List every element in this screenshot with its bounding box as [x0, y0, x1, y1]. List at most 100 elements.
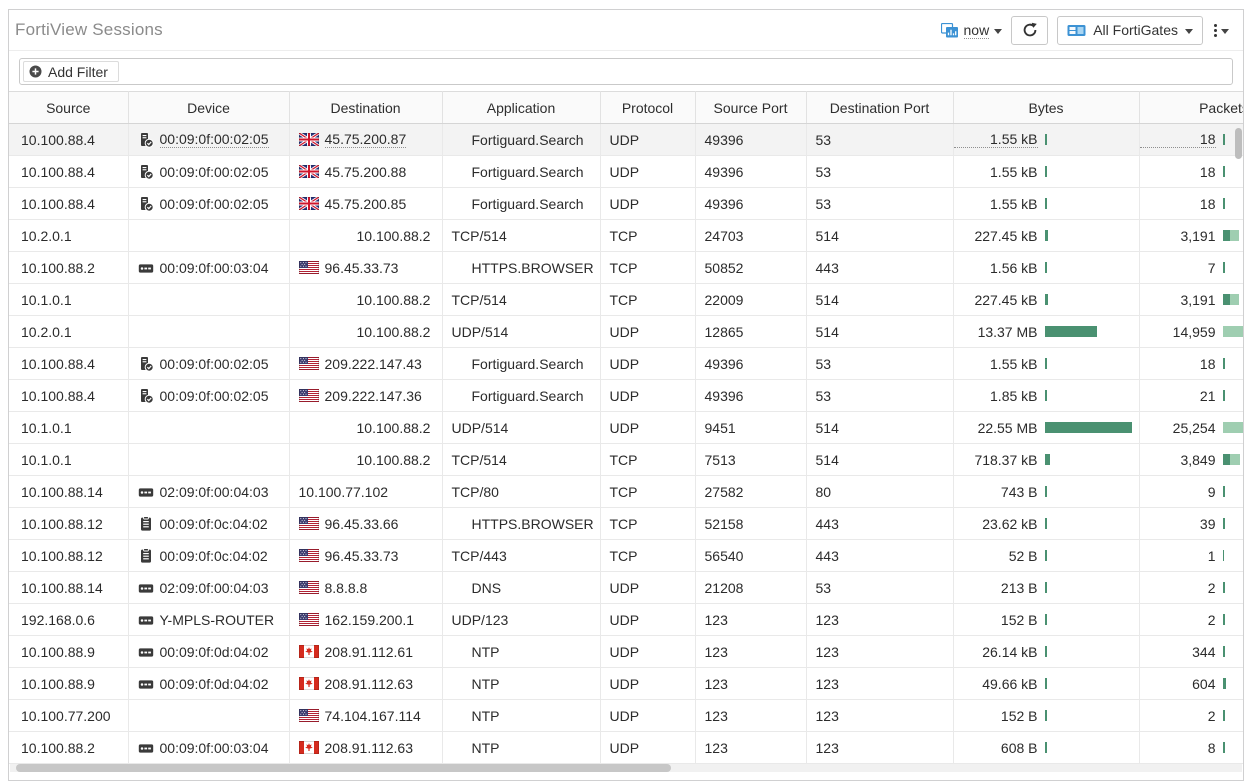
bytes-cell: 743 B: [953, 476, 1139, 508]
table-row[interactable]: 10.100.88.1200:09:0f:0c:04:0296.45.33.73…: [9, 540, 1243, 572]
application-name: Fortiguard.Search: [452, 388, 584, 404]
source-cell: 10.100.88.12: [9, 540, 128, 572]
bytes-bar: [1045, 198, 1047, 209]
flag-uk-icon: [299, 165, 319, 178]
refresh-icon: [1022, 22, 1038, 38]
source-port-cell: 56540: [695, 540, 806, 572]
packets-cell: 3,191: [1139, 220, 1243, 252]
column-header-bytes[interactable]: Bytes: [953, 92, 1139, 124]
packets-cell: 3,191: [1139, 284, 1243, 316]
flag-us-icon: [299, 261, 319, 274]
column-header-device[interactable]: Device: [128, 92, 289, 124]
column-header-application[interactable]: Application: [442, 92, 600, 124]
destination-ip: 162.159.200.1: [325, 612, 415, 628]
packets-value: 344: [1140, 644, 1216, 660]
source-cell: 192.168.0.6: [9, 604, 128, 636]
source-port-cell: 24703: [695, 220, 806, 252]
column-header-protocol[interactable]: Protocol: [600, 92, 695, 124]
device-cell: [128, 284, 289, 316]
table-row[interactable]: 10.100.88.900:09:0f:0d:04:02208.91.112.6…: [9, 668, 1243, 700]
device-id: 00:09:0f:0c:04:02: [160, 516, 268, 532]
time-range-value[interactable]: now: [964, 22, 990, 39]
more-options-menu[interactable]: [1212, 24, 1231, 37]
protocol-cell: UDP: [600, 572, 695, 604]
bytes-bar: [1045, 486, 1047, 497]
time-range-dropdown[interactable]: now: [941, 22, 1003, 39]
destination-cell: 209.222.147.36: [289, 380, 442, 412]
table-row[interactable]: 10.100.88.1402:09:0f:00:04:0310.100.77.1…: [9, 476, 1243, 508]
refresh-button[interactable]: [1011, 16, 1048, 45]
protocol-cell: UDP: [600, 412, 695, 444]
packets-bar: [1223, 454, 1240, 465]
bytes-cell: 213 B: [953, 572, 1139, 604]
destination-ip: 10.100.88.2: [357, 420, 431, 436]
table-row[interactable]: 10.100.88.400:09:0f:00:02:0545.75.200.87…: [9, 124, 1243, 156]
packets-cell: 25,254: [1139, 412, 1243, 444]
toolbar: now All FortiGates: [941, 16, 1232, 45]
flag-us-icon: [299, 709, 319, 722]
device-id: 00:09:0f:00:02:05: [160, 388, 269, 404]
device-router-icon: [138, 484, 154, 500]
protocol-cell: UDP: [600, 188, 695, 220]
table-row[interactable]: 10.100.88.400:09:0f:00:02:0545.75.200.88…: [9, 156, 1243, 188]
device-cell: 02:09:0f:00:04:03: [128, 476, 289, 508]
application-cell: TCP/514: [442, 220, 600, 252]
fortigate-scope-dropdown[interactable]: All FortiGates: [1057, 16, 1203, 45]
source-cell: 10.100.88.4: [9, 124, 128, 156]
source-ip: 10.100.88.4: [21, 356, 95, 372]
destination-ip: 208.91.112.63: [325, 676, 414, 692]
table-row[interactable]: 10.100.88.900:09:0f:0d:04:02208.91.112.6…: [9, 636, 1243, 668]
bytes-bar: [1045, 582, 1047, 593]
destination-ip: 10.100.77.102: [299, 484, 389, 500]
add-filter-button[interactable]: Add Filter: [23, 61, 119, 82]
bytes-cell: 152 B: [953, 604, 1139, 636]
protocol-value: UDP: [610, 164, 640, 180]
packets-cell: 8: [1139, 732, 1243, 764]
horizontal-scrollbar-thumb[interactable]: [16, 764, 671, 772]
bytes-cell: 1.55 kB: [953, 188, 1139, 220]
bytes-value: 152 B: [954, 612, 1038, 628]
destination-port-cell: 514: [806, 444, 953, 476]
protocol-cell: UDP: [600, 348, 695, 380]
table-row[interactable]: 10.100.77.20074.104.167.114NTPUDP1231231…: [9, 700, 1243, 732]
protocol-value: TCP: [610, 228, 638, 244]
table-row[interactable]: 10.100.88.400:09:0f:00:02:05209.222.147.…: [9, 348, 1243, 380]
destination-port-cell: 53: [806, 124, 953, 156]
table-row[interactable]: 192.168.0.6Y-MPLS-ROUTER162.159.200.1UDP…: [9, 604, 1243, 636]
table-row[interactable]: 10.100.88.200:09:0f:00:03:0496.45.33.73H…: [9, 252, 1243, 284]
destination-port-cell: 123: [806, 700, 953, 732]
device-cell: [128, 316, 289, 348]
table-row[interactable]: 10.100.88.1402:09:0f:00:04:038.8.8.8DNSU…: [9, 572, 1243, 604]
table-row[interactable]: 10.1.0.110.100.88.2TCP/514TCP22009514227…: [9, 284, 1243, 316]
table-row[interactable]: 10.2.0.110.100.88.2TCP/514TCP24703514227…: [9, 220, 1243, 252]
device-router-icon: [138, 676, 154, 692]
device-cell: [128, 700, 289, 732]
protocol-value: TCP: [610, 516, 638, 532]
table-row[interactable]: 10.1.0.110.100.88.2UDP/514UDP945151422.5…: [9, 412, 1243, 444]
column-header-source[interactable]: Source: [9, 92, 128, 124]
table-row[interactable]: 10.100.88.200:09:0f:00:03:04208.91.112.6…: [9, 732, 1243, 764]
flag-us-icon: [299, 581, 319, 594]
column-header-destination[interactable]: Destination: [289, 92, 442, 124]
application-cell: NTP: [442, 636, 600, 668]
source-port-value: 123: [705, 740, 728, 756]
table-row[interactable]: 10.100.88.400:09:0f:00:02:0545.75.200.85…: [9, 188, 1243, 220]
application-cell: HTTPS.BROWSER: [442, 508, 600, 540]
bytes-value: 1.85 kB: [954, 388, 1038, 404]
flag-uk-icon: [299, 197, 319, 210]
column-header-packets[interactable]: Packets: [1139, 92, 1243, 124]
device-cell: 00:09:0f:00:03:04: [128, 252, 289, 284]
filter-bar[interactable]: Add Filter: [19, 58, 1233, 85]
column-header-dst_port[interactable]: Destination Port: [806, 92, 953, 124]
table-row[interactable]: 10.2.0.110.100.88.2UDP/514UDP1286551413.…: [9, 316, 1243, 348]
vertical-scrollbar-thumb[interactable]: [1235, 128, 1242, 159]
horizontal-scrollbar-track[interactable]: [10, 764, 1242, 772]
column-header-src_port[interactable]: Source Port: [695, 92, 806, 124]
table-row[interactable]: 10.100.88.1200:09:0f:0c:04:0296.45.33.66…: [9, 508, 1243, 540]
device-router-icon: [138, 740, 154, 756]
packets-bar: [1223, 422, 1244, 433]
packets-cell: 21: [1139, 380, 1243, 412]
table-row[interactable]: 10.100.88.400:09:0f:00:02:05209.222.147.…: [9, 380, 1243, 412]
table-row[interactable]: 10.1.0.110.100.88.2TCP/514TCP7513514718.…: [9, 444, 1243, 476]
destination-port-value: 514: [816, 324, 839, 340]
